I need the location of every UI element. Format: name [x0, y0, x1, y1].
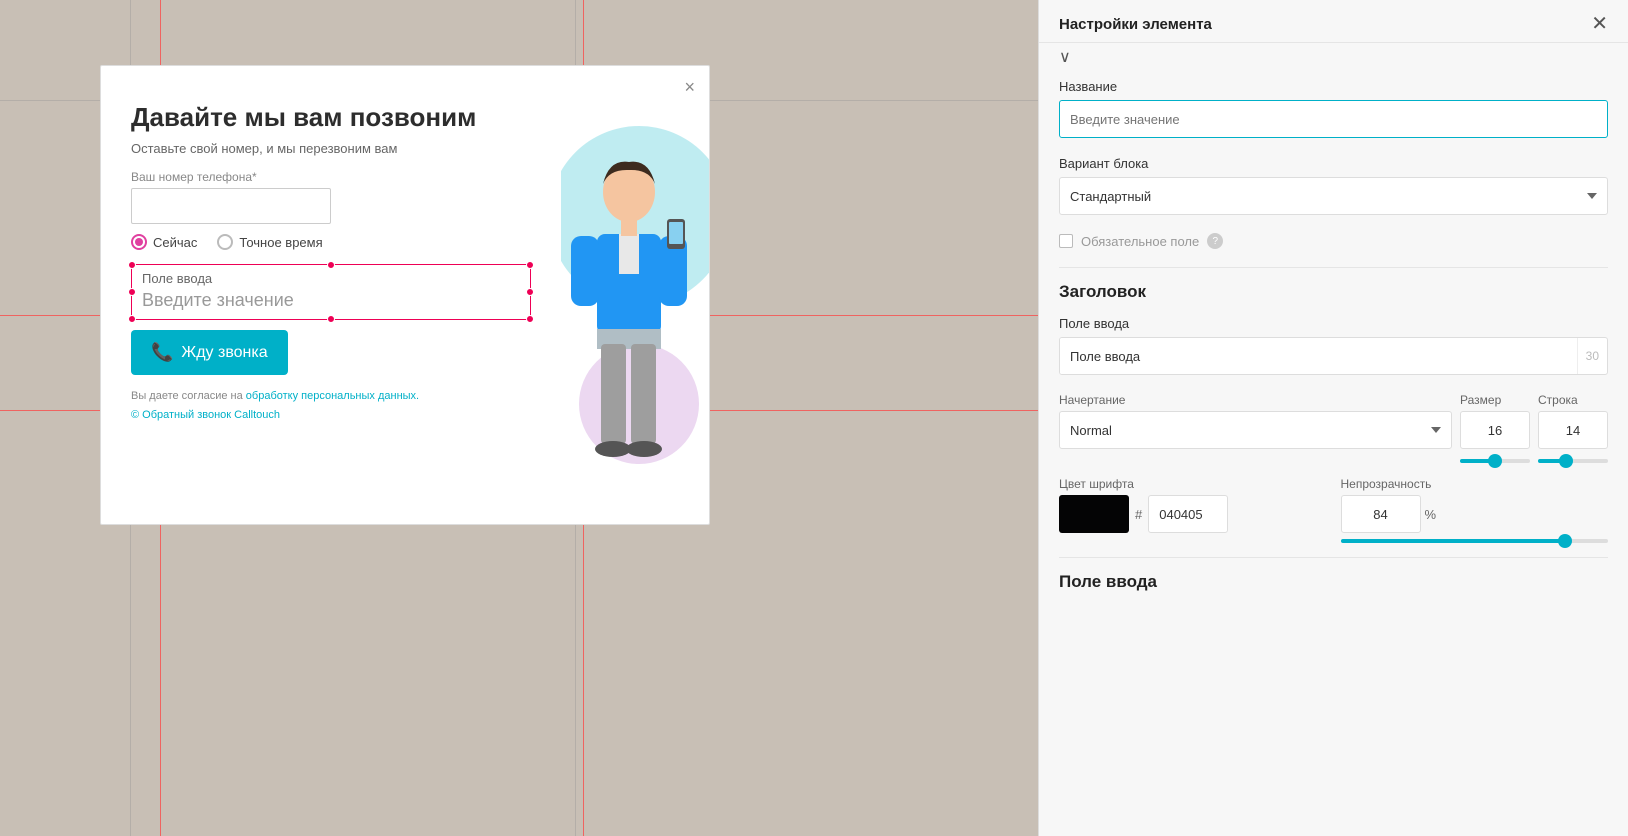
panel-close-button[interactable]: ✕ — [1591, 14, 1608, 34]
divider-1 — [1059, 267, 1608, 268]
radio-now-label: Сейчас — [153, 235, 197, 250]
opacity-input[interactable] — [1341, 495, 1421, 533]
heading-section-title: Заголовок — [1059, 282, 1608, 302]
style-col: Начертание Normal — [1059, 393, 1452, 449]
handle-bm[interactable] — [327, 315, 335, 323]
input-section-title: Поле ввода — [1059, 572, 1608, 592]
panel-title: Настройки элемента — [1059, 16, 1212, 33]
font-color-hash: # — [1135, 507, 1142, 522]
radio-now-circle — [131, 234, 147, 250]
heading-field-sublabel: Поле ввода — [1059, 316, 1608, 331]
consent-link[interactable]: обработку персональных данных. — [246, 390, 419, 402]
font-color-group: Цвет шрифта # — [1059, 477, 1327, 543]
required-checkbox-row: Обязательное поле ? — [1059, 233, 1608, 249]
font-color-hex-input[interactable] — [1148, 495, 1228, 533]
handle-tr[interactable] — [526, 261, 534, 269]
name-field-label: Название — [1059, 79, 1608, 94]
selected-input-field[interactable]: Поле ввода Введите значение — [131, 264, 531, 320]
line-slider-wrapper — [1538, 455, 1608, 463]
handle-bl[interactable] — [128, 315, 136, 323]
panel-chevron[interactable]: ∨ — [1039, 43, 1628, 79]
cta-button[interactable]: 📞 Жду звонка — [131, 330, 288, 375]
size-input[interactable] — [1460, 411, 1530, 449]
font-color-label: Цвет шрифта — [1059, 477, 1327, 491]
heading-field-input[interactable] — [1060, 338, 1577, 374]
radio-exact-label: Точное время — [239, 235, 322, 250]
handle-mr[interactable] — [526, 288, 534, 296]
modal-subtitle: Оставьте свой номер, и мы перезвоним вам — [131, 141, 531, 156]
opacity-group: Непрозрачность % — [1341, 477, 1609, 543]
consent-text: Вы даете согласие на обработку персональ… — [131, 389, 531, 404]
required-question-icon[interactable]: ? — [1207, 233, 1223, 249]
line-slider-track — [1538, 459, 1608, 463]
opacity-slider-track — [1341, 539, 1609, 543]
modal-radios: Сейчас Точное время — [131, 234, 531, 250]
handle-br[interactable] — [526, 315, 534, 323]
heading-field-count: 30 — [1577, 338, 1607, 374]
line-col: Строка — [1538, 393, 1608, 449]
style-select[interactable]: Normal — [1059, 411, 1452, 449]
calltouch-link[interactable]: © Обратный звонок Calltouch — [131, 409, 280, 421]
required-checkbox-label: Обязательное поле — [1081, 234, 1199, 249]
size-slider-wrapper — [1460, 455, 1530, 463]
font-color-swatch[interactable] — [1059, 495, 1129, 533]
size-label: Размер — [1460, 393, 1530, 407]
heading-field-input-wrapper: 30 — [1059, 337, 1608, 375]
size-slider-thumb[interactable] — [1488, 454, 1502, 468]
panel-content: Название Вариант блока Стандартный Обяза… — [1039, 79, 1628, 836]
divider-2 — [1059, 557, 1608, 558]
variant-field-select[interactable]: Стандартный — [1059, 177, 1608, 215]
opacity-percent: % — [1425, 507, 1437, 522]
variant-field-label: Вариант блока — [1059, 156, 1608, 171]
canvas: × Давайте мы вам позвоним Оставьте свой … — [0, 0, 1038, 836]
required-checkbox[interactable] — [1059, 234, 1073, 248]
name-field-input[interactable] — [1059, 100, 1608, 138]
name-field-group: Название — [1059, 79, 1608, 138]
modal-title: Давайте мы вам позвоним — [131, 102, 531, 133]
opacity-slider-thumb[interactable] — [1558, 534, 1572, 548]
line-slider-thumb[interactable] — [1559, 454, 1573, 468]
modal-phone-input[interactable] — [131, 188, 331, 224]
person-illustration — [561, 154, 709, 494]
size-slider-track — [1460, 459, 1530, 463]
line-input[interactable] — [1538, 411, 1608, 449]
modal-right-panel — [561, 66, 709, 524]
heading-field-group: Поле ввода 30 — [1059, 316, 1608, 375]
settings-panel: Настройки элемента ✕ ∨ Название Вариант … — [1038, 0, 1628, 836]
variant-field-group: Вариант блока Стандартный — [1059, 156, 1608, 215]
radio-exact-circle — [217, 234, 233, 250]
modal-left-panel: Давайте мы вам позвоним Оставьте свой но… — [101, 66, 561, 524]
style-label: Начертание — [1059, 393, 1452, 407]
cta-button-label: Жду звонка — [181, 344, 267, 362]
panel-header: Настройки элемента ✕ — [1039, 0, 1628, 43]
radio-exact[interactable]: Точное время — [217, 234, 322, 250]
style-size-line-row: Начертание Normal Размер Строка — [1059, 393, 1608, 449]
size-col: Размер — [1460, 393, 1530, 449]
phone-icon: 📞 — [151, 342, 173, 363]
modal-popup: × Давайте мы вам позвоним Оставьте свой … — [100, 65, 710, 525]
modal-phone-label: Ваш номер телефона* — [131, 170, 531, 184]
line-label: Строка — [1538, 393, 1608, 407]
color-opacity-row: Цвет шрифта # Непрозрачность % — [1059, 477, 1608, 543]
radio-now[interactable]: Сейчас — [131, 234, 197, 250]
opacity-label: Непрозрачность — [1341, 477, 1609, 491]
